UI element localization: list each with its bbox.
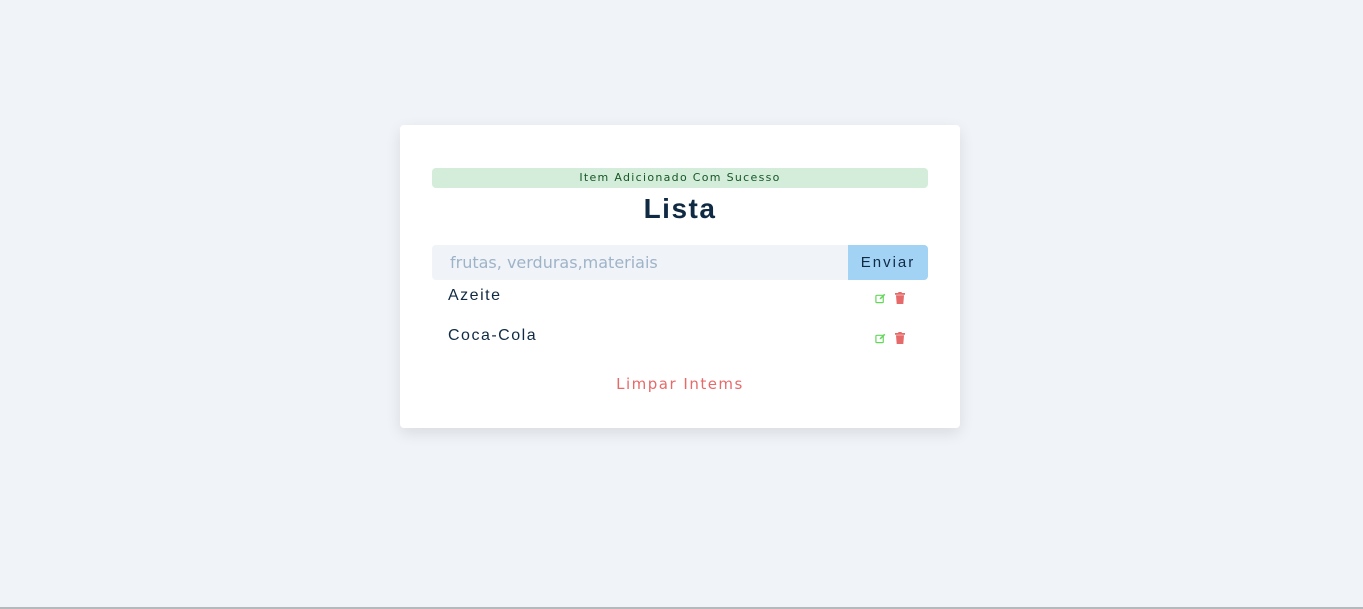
success-alert: Item Adicionado Com Sucesso [432, 168, 928, 188]
edit-icon [874, 293, 885, 303]
list-item: Coca-Cola [432, 325, 928, 365]
delete-button[interactable] [894, 332, 906, 344]
list-item: Azeite [432, 285, 928, 325]
item-list: Azeite Coca-Cola [432, 285, 928, 365]
trash-icon [895, 332, 905, 344]
submit-button[interactable]: Enviar [848, 245, 928, 280]
delete-button[interactable] [894, 292, 906, 304]
trash-icon [895, 292, 905, 304]
item-title: Azeite [448, 287, 502, 304]
item-title: Coca-Cola [448, 327, 538, 344]
item-input[interactable] [432, 245, 848, 280]
page-title: Lista [643, 193, 717, 224]
item-actions [874, 332, 906, 344]
edit-button[interactable] [874, 332, 886, 344]
edit-button[interactable] [874, 292, 886, 304]
clear-items-button[interactable]: Limpar Intems [400, 375, 960, 393]
grocery-card: Item Adicionado Com Sucesso Lista Enviar… [400, 125, 960, 428]
edit-icon [874, 333, 885, 343]
item-actions [874, 292, 906, 304]
add-item-form: Enviar [432, 245, 928, 280]
